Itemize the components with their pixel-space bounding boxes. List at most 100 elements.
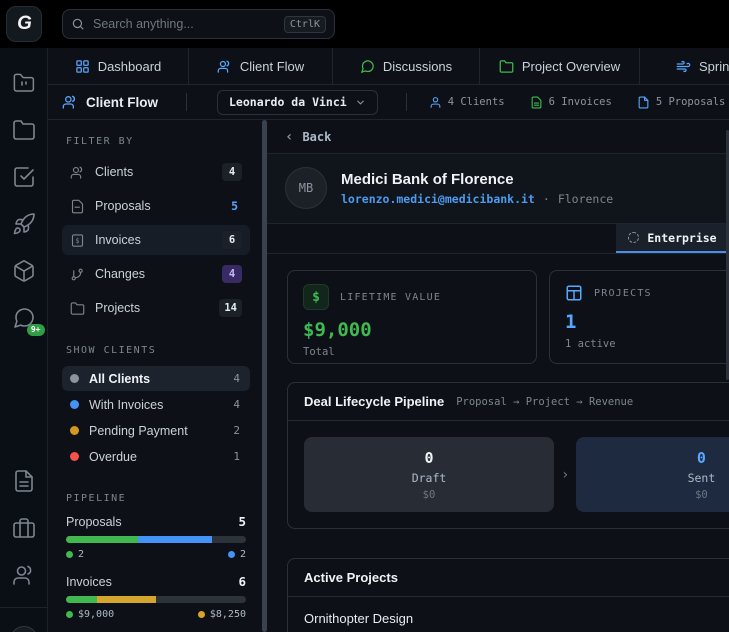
briefcase-icon[interactable] (12, 516, 36, 540)
top-bar: G Search anything... CtrlK (0, 0, 729, 48)
client-header: MB Medici Bank of Florence lorenzo.medic… (267, 154, 729, 224)
status-dot (70, 400, 79, 409)
chevron-right-icon: › (561, 466, 570, 483)
git-branch-icon (71, 268, 83, 280)
invoices-stat: 6 Invoices (530, 96, 612, 109)
pipeline-card-subtitle: Proposal → Project → Revenue (456, 395, 634, 408)
client-avatar: MB (285, 167, 327, 209)
app-root: G Search anything... CtrlK 9+ Dashboard … (0, 0, 729, 632)
status-dot (70, 374, 79, 383)
projects-icon (566, 285, 582, 301)
client-filter-all[interactable]: All Clients 4 (62, 366, 250, 391)
pipeline-label: PIPELINE (66, 493, 127, 504)
pipeline-invoices: Invoices 6 $9,000 $8,250 (66, 574, 246, 620)
tab-client-flow[interactable]: Client Flow (189, 48, 333, 84)
chat-count-badge: 9+ (26, 324, 45, 336)
plan-tabs: Enterprise (267, 224, 729, 254)
client-name: Medici Bank of Florence (341, 170, 514, 188)
tab-dashboard[interactable]: Dashboard (48, 48, 189, 84)
filter-projects[interactable]: Projects 14 (62, 293, 250, 323)
count-badge: 14 (219, 299, 242, 317)
main-tab-bar: Dashboard Client Flow Discussions Projec… (48, 48, 729, 85)
client-filter-overdue[interactable]: Overdue 1 (62, 444, 250, 469)
team-icon[interactable] (12, 563, 36, 587)
tab-label: Sprint (699, 58, 729, 74)
person-icon (430, 96, 441, 108)
invoices-progress-bar (66, 596, 246, 603)
deal-pipeline-card: Deal Lifecycle Pipeline Proposal → Proje… (287, 382, 729, 529)
proposals-stat: 5 Proposals (637, 96, 725, 109)
tab-label: Client Flow (239, 58, 305, 74)
invoice-icon (531, 96, 541, 108)
active-projects-title: Active Projects (304, 570, 398, 585)
search-icon (72, 18, 84, 30)
count-badge: 4 (222, 265, 242, 283)
client-detail: ‹ Back MB Medici Bank of Florence lorenz… (267, 120, 729, 632)
discussion-bubble-icon (360, 59, 374, 73)
client-email-link[interactable]: lorenzo.medici@medicibank.it (341, 192, 535, 206)
clients-icon (62, 95, 75, 109)
rocket-icon[interactable] (12, 212, 36, 236)
filter-panel: FILTER BY Clients 4 Proposals 5 $ Invoic… (48, 120, 262, 632)
client-filter-with-invoices[interactable]: With Invoices 4 (62, 392, 250, 417)
client-flow-header: Client Flow Leonardo da Vinci 4 Clients … (48, 85, 729, 120)
projects-count: 1 (565, 311, 577, 333)
proposal-icon (71, 199, 84, 213)
app-logo[interactable]: G (6, 6, 42, 42)
legend-dot (66, 611, 73, 618)
status-dot (70, 452, 79, 461)
filter-invoices[interactable]: $ Invoices 6 (62, 225, 250, 255)
legend-dot (197, 611, 205, 618)
legend-dot (227, 551, 235, 558)
task-check-icon[interactable] (12, 165, 36, 189)
back-button[interactable]: ‹ Back (267, 120, 729, 154)
stage-sent[interactable]: 0 Sent $0 (576, 437, 729, 512)
svg-text:$: $ (75, 237, 79, 245)
client-filter-pending[interactable]: Pending Payment 2 (62, 418, 250, 443)
search-shortcut-badge: CtrlK (283, 15, 326, 33)
legend-dot (66, 551, 73, 558)
lifetime-value: $9,000 (303, 319, 372, 341)
chevron-down-icon (356, 100, 364, 105)
count-badge: 4 (222, 163, 242, 181)
project-folder-icon (499, 59, 514, 73)
invoice-dollar-icon: $ (71, 233, 84, 247)
pipeline-proposals: Proposals 5 2 2 (66, 514, 246, 560)
document-icon[interactable] (12, 469, 36, 493)
projects-card-stat: PROJECTS 1 1 active (549, 270, 729, 364)
clients-icon (70, 166, 83, 179)
sprint-wind-icon (676, 60, 691, 72)
sidebar-divider (0, 607, 48, 608)
stage-draft[interactable]: 0 Draft $0 (304, 437, 554, 512)
lifetime-value-card: $ LIFETIME VALUE $9,000 Total (287, 270, 537, 364)
tab-project-overview[interactable]: Project Overview (480, 48, 640, 84)
client-selector[interactable]: Leonardo da Vinci (217, 89, 378, 115)
tab-sprint[interactable]: Sprint (640, 48, 729, 84)
search-placeholder: Search anything... (93, 17, 194, 31)
tab-discussions[interactable]: Discussions (333, 48, 480, 84)
proposal-icon (638, 96, 649, 108)
filter-clients[interactable]: Clients 4 (62, 157, 250, 187)
filter-proposals[interactable]: Proposals 5 (62, 191, 250, 221)
clients-icon (217, 60, 230, 73)
folder-icon (70, 301, 85, 315)
folder-icon[interactable] (12, 118, 36, 142)
filter-changes[interactable]: Changes 4 (62, 259, 250, 289)
count-text: 5 (231, 199, 238, 213)
count-badge: 6 (222, 231, 242, 249)
spinner-icon (628, 232, 640, 243)
chat-icon[interactable]: 9+ (12, 306, 45, 336)
tab-enterprise[interactable]: Enterprise (616, 224, 729, 253)
filter-by-label: FILTER BY (66, 136, 134, 147)
global-search[interactable]: Search anything... CtrlK (62, 9, 335, 39)
projects-board-icon[interactable] (12, 71, 36, 95)
user-avatar[interactable] (9, 626, 38, 632)
dollar-icon: $ (303, 284, 329, 310)
project-list-item[interactable]: Ornithopter Design active · December 202… (288, 597, 729, 632)
icon-rail: 9+ (0, 48, 48, 632)
pipeline-card-title: Deal Lifecycle Pipeline (304, 394, 445, 409)
dashboard-grid-icon (75, 59, 89, 73)
show-clients-label: SHOW CLIENTS (66, 345, 157, 356)
package-icon[interactable] (12, 259, 36, 283)
clients-stat: 4 Clients (429, 96, 505, 109)
